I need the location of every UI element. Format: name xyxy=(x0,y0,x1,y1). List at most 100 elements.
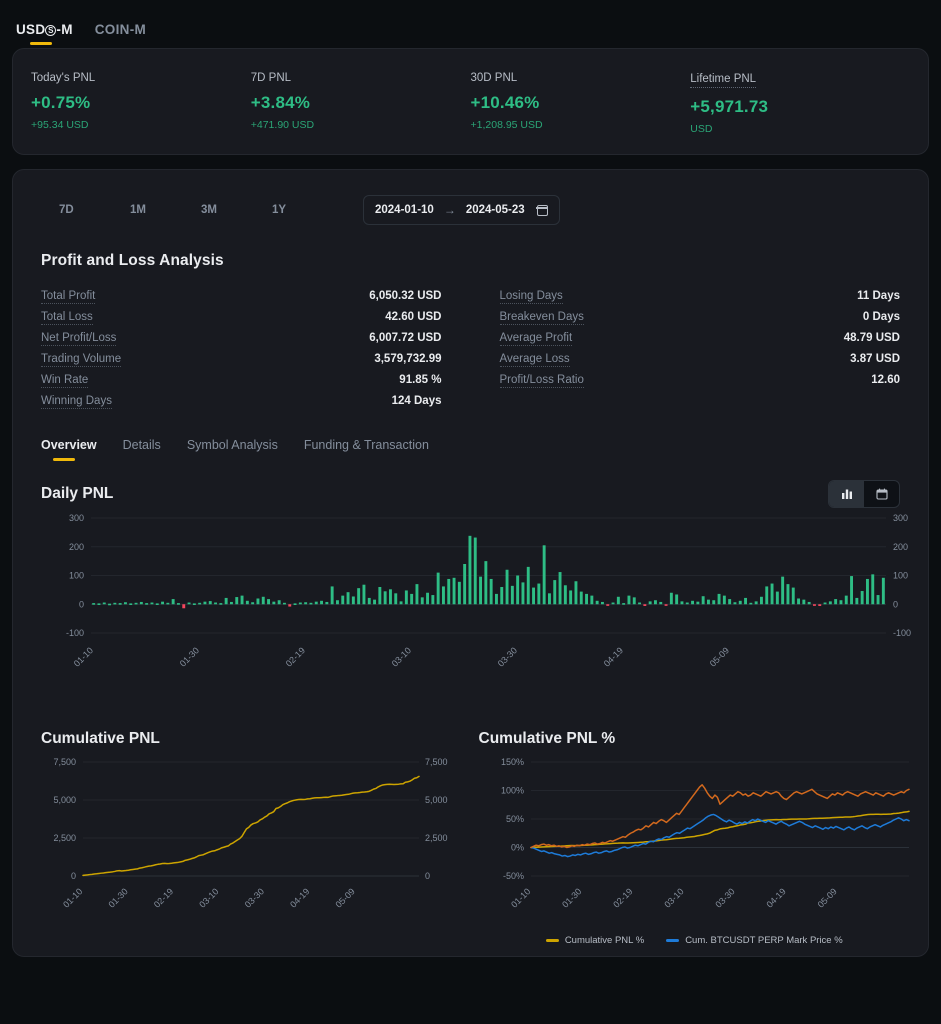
stat-row-profit-loss-ratio: Profit/Loss Ratio 12.60 xyxy=(499,370,900,391)
tab-overview[interactable]: Overview xyxy=(41,438,97,462)
range-3m[interactable]: 3M xyxy=(201,204,272,216)
svg-text:7,500: 7,500 xyxy=(53,757,76,767)
stat-key-total-profit[interactable]: Total Profit xyxy=(41,290,96,304)
tab-symbol-analysis[interactable]: Symbol Analysis xyxy=(187,438,278,462)
date-range-end: 2024-05-23 xyxy=(465,204,525,216)
svg-text:01-30: 01-30 xyxy=(560,886,583,909)
daily-pnl-view-toggle xyxy=(828,480,900,508)
svg-text:5,000: 5,000 xyxy=(425,795,448,805)
cumulative-pnl-pct-chart[interactable]: 150% 100% 50% 0% -50% 01-10 01-30 02-19 03-10 03-… xyxy=(479,748,911,933)
stat-key-total-loss[interactable]: Total Loss xyxy=(41,311,93,325)
calendar-view-icon[interactable] xyxy=(864,481,899,507)
svg-text:04-19: 04-19 xyxy=(764,886,787,909)
svg-text:200: 200 xyxy=(69,542,84,552)
stat-row-total-loss: Total Loss 42.60 USD xyxy=(41,307,442,328)
svg-text:01-10: 01-10 xyxy=(72,645,95,668)
cumulative-pnl-pct-legend: Cumulative PNL % Cum. BTCUSDT PERP Mark … xyxy=(479,935,911,946)
product-tabs: USD S -M COIN-M xyxy=(12,0,929,48)
svg-text:02-19: 02-19 xyxy=(611,886,634,909)
svg-text:300: 300 xyxy=(69,513,84,523)
date-range-picker[interactable]: 2024-01-10 → 2024-05-23 xyxy=(363,195,560,225)
date-range-start: 2024-01-10 xyxy=(375,204,434,216)
cumulative-pnl-chart[interactable]: 7,500 7,500 5,000 5,000 2,500 2,500 0 0 01-10 01-… xyxy=(31,748,463,933)
stat-key-net-profit-loss[interactable]: Net Profit/Loss xyxy=(41,332,117,346)
stat-row-winning-days: Winning Days 124 Days xyxy=(41,391,442,412)
stat-key-trading-volume[interactable]: Trading Volume xyxy=(41,353,122,367)
pnl-amount-7d: +471.90 USD xyxy=(250,119,315,131)
svg-text:0: 0 xyxy=(425,871,430,881)
svg-text:5,000: 5,000 xyxy=(53,795,76,805)
cumulative-pnl-title: Cumulative PNL xyxy=(41,730,160,747)
stat-value-winning-days: 124 Days xyxy=(391,394,442,407)
legend-item-cumulative-pnl-pct[interactable]: Cumulative PNL % xyxy=(545,935,644,946)
svg-text:0: 0 xyxy=(71,871,76,881)
pnl-percent-7d: +3.84% xyxy=(250,93,311,112)
stat-value-profit-loss-ratio: 12.60 xyxy=(871,373,900,386)
range-1m[interactable]: 1M xyxy=(130,204,201,216)
svg-text:03-10: 03-10 xyxy=(390,645,413,668)
stat-row-average-loss: Average Loss 3.87 USD xyxy=(499,349,900,370)
calendar-icon xyxy=(536,204,548,216)
range-7d[interactable]: 7D xyxy=(59,204,130,216)
stat-key-breakeven-days[interactable]: Breakeven Days xyxy=(499,311,584,325)
legend-label-btcusdt-mark-price: Cum. BTCUSDT PERP Mark Price % xyxy=(685,935,843,946)
svg-text:300: 300 xyxy=(893,513,908,523)
tab-usds-m-prefix: USD xyxy=(16,22,46,37)
svg-text:02-19: 02-19 xyxy=(284,645,307,668)
svg-text:200: 200 xyxy=(893,542,908,552)
svg-text:100%: 100% xyxy=(500,786,523,796)
stat-key-winning-days[interactable]: Winning Days xyxy=(41,395,112,409)
tab-details[interactable]: Details xyxy=(123,438,161,462)
stat-row-net-profit-loss: Net Profit/Loss 6,007.72 USD xyxy=(41,328,442,349)
svg-text:01-30: 01-30 xyxy=(106,886,129,909)
stat-value-win-rate: 91.85 % xyxy=(399,373,442,386)
svg-text:0: 0 xyxy=(79,599,84,609)
legend-swatch-blue xyxy=(666,939,680,942)
svg-text:-100: -100 xyxy=(893,628,911,638)
bar-chart-icon[interactable] xyxy=(829,481,864,507)
pnl-label-lifetime[interactable]: Lifetime PNL xyxy=(690,73,757,88)
stat-key-profit-loss-ratio[interactable]: Profit/Loss Ratio xyxy=(499,374,584,388)
svg-text:03-10: 03-10 xyxy=(197,886,220,909)
svg-text:-50%: -50% xyxy=(502,871,523,881)
tab-usds-m[interactable]: USD S -M xyxy=(16,22,73,48)
legend-item-btcusdt-mark-price[interactable]: Cum. BTCUSDT PERP Mark Price % xyxy=(666,935,843,946)
pnl-percent-30d: +10.46% xyxy=(470,93,540,112)
pnl-cell-30d: 30D PNL +10.46% +1,208.95 USD xyxy=(471,72,691,131)
pnl-percent-lifetime: +5,971.73 xyxy=(690,96,769,116)
stat-key-average-profit[interactable]: Average Profit xyxy=(499,332,573,346)
svg-text:01-10: 01-10 xyxy=(61,886,84,909)
stats-grid: Total Profit 6,050.32 USD Total Loss 42.… xyxy=(31,286,910,412)
svg-text:02-19: 02-19 xyxy=(152,886,175,909)
stats-column-left: Total Profit 6,050.32 USD Total Loss 42.… xyxy=(41,286,442,412)
pnl-label-today: Today's PNL xyxy=(31,72,96,84)
pnl-amount-lifetime: USD xyxy=(690,122,713,135)
pnl-amount-today: +95.34 USD xyxy=(31,119,89,131)
range-1y[interactable]: 1Y xyxy=(272,204,343,216)
svg-text:01-10: 01-10 xyxy=(509,886,532,909)
stat-key-win-rate[interactable]: Win Rate xyxy=(41,374,89,388)
stat-key-losing-days[interactable]: Losing Days xyxy=(499,290,563,304)
svg-text:04-19: 04-19 xyxy=(288,886,311,909)
svg-text:01-30: 01-30 xyxy=(178,645,201,668)
pnl-cell-7d: 7D PNL +3.84% +471.90 USD xyxy=(251,72,471,131)
stat-value-average-profit: 48.79 USD xyxy=(843,331,900,344)
stat-value-trading-volume: 3,579,732.99 xyxy=(374,352,442,365)
svg-text:50%: 50% xyxy=(505,814,523,824)
daily-pnl-title: Daily PNL xyxy=(41,485,114,502)
stat-row-average-profit: Average Profit 48.79 USD xyxy=(499,328,900,349)
svg-text:05-09: 05-09 xyxy=(708,645,731,668)
stat-value-losing-days: 11 Days xyxy=(857,289,900,302)
pnl-cell-lifetime: Lifetime PNL +5,971.73 USD xyxy=(690,69,910,135)
legend-swatch-gold xyxy=(545,939,559,942)
svg-text:05-09: 05-09 xyxy=(333,886,356,909)
svg-text:-100: -100 xyxy=(66,628,84,638)
svg-text:150%: 150% xyxy=(500,757,523,767)
stat-key-average-loss[interactable]: Average Loss xyxy=(499,353,570,367)
daily-pnl-chart[interactable]: 300 300 200 200 100 100 0 0 -100 -100 01-10 01-30 02… xyxy=(31,508,911,708)
tab-usds-m-suffix: -M xyxy=(56,22,73,37)
tab-coin-m[interactable]: COIN-M xyxy=(95,22,146,48)
section-tabs: Overview Details Symbol Analysis Funding… xyxy=(41,438,910,462)
pnl-amount-30d: +1,208.95 USD xyxy=(470,119,543,131)
tab-funding-transaction[interactable]: Funding & Transaction xyxy=(304,438,429,462)
